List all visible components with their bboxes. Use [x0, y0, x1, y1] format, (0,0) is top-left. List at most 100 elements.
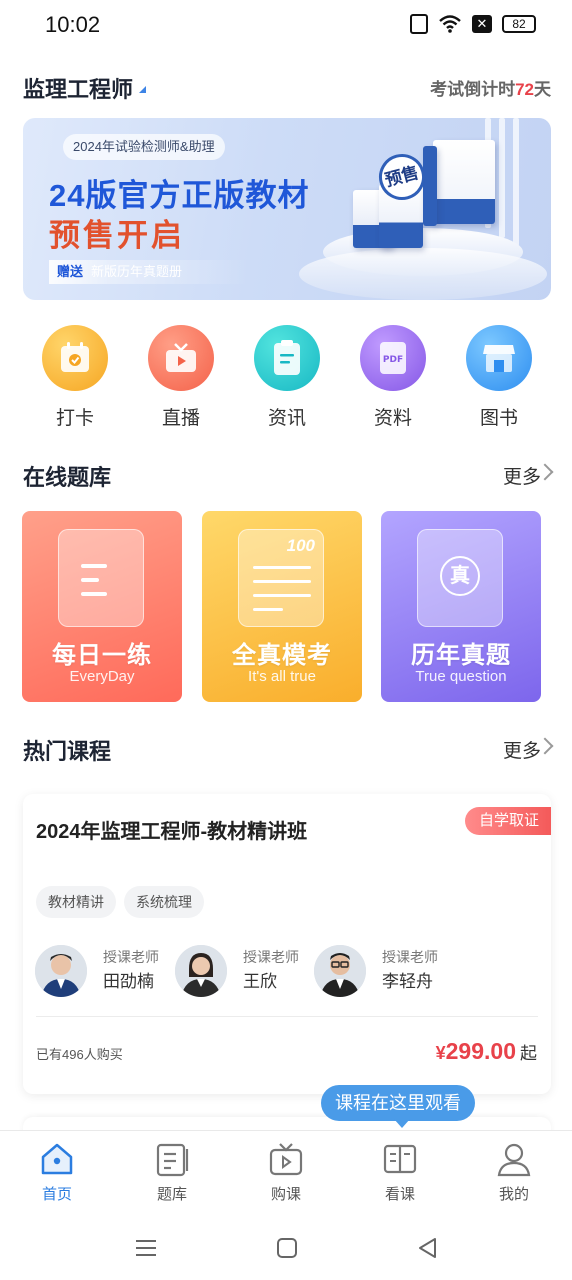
section-header-question-bank: 在线题库 更多 [23, 460, 554, 490]
course-tags: 教材精讲 系统梳理 [36, 886, 204, 918]
teacher-name: 王欣 [243, 972, 277, 991]
gift-prefix: 赠送 [57, 264, 84, 279]
quick-label: 打卡 [55, 408, 94, 429]
past-paper-icon: 真 [417, 529, 503, 627]
banner-pedestal-base [299, 248, 547, 300]
question-bank-icon [154, 1141, 190, 1177]
status-bar: 10:02 ✕ 82 [0, 0, 572, 52]
price-suffix: 起 [520, 1044, 537, 1063]
home-nav-icon[interactable] [273, 1234, 301, 1262]
card-title: 历年真题 [411, 642, 511, 669]
card-daily-practice[interactable]: 每日一练 EveryDay [22, 511, 182, 702]
promo-banner[interactable]: 预售 2024年试验检测师&助理 24版官方正版教材 预售开启 赠送 新版历年真题… [23, 118, 551, 300]
avatar [314, 945, 366, 997]
card-subtitle: It's all true [248, 668, 316, 685]
countdown-label: 考试倒计时 [430, 80, 516, 99]
avatar [35, 945, 87, 997]
price-value: 299.00 [445, 1038, 516, 1064]
store-icon [466, 325, 532, 391]
document-icon [254, 325, 320, 391]
status-time: 10:02 [45, 12, 101, 37]
tab-label: 我的 [498, 1186, 529, 1203]
card-title: 全真模考 [232, 642, 332, 669]
wifi-icon [439, 15, 461, 33]
home-icon [39, 1141, 75, 1177]
quick-live[interactable]: 直播 [136, 325, 226, 430]
quick-books[interactable]: 图书 [454, 325, 544, 430]
app-screen: 10:02 ✕ 82 监理工程师 考试倒计时72天 预售 2024年试验检测师&… [0, 0, 572, 1280]
question-bank-cards: 每日一练 EveryDay 100 全真模考 It's all true 真 历… [22, 511, 542, 703]
exam-selector[interactable]: 监理工程师 [23, 72, 133, 104]
book-image [433, 140, 495, 224]
svg-text:PDF: PDF [383, 355, 403, 365]
teacher: 授课老师 王欣 [175, 943, 315, 999]
menu-icon[interactable] [132, 1234, 160, 1262]
banner-pillar [499, 118, 505, 238]
quick-materials[interactable]: PDF 资料 [348, 325, 438, 430]
system-nav-bar [0, 1216, 572, 1280]
more-link[interactable]: 更多 [503, 462, 541, 489]
tab-label: 题库 [156, 1186, 187, 1203]
buyer-count: 已有496人购买 [36, 1047, 123, 1062]
scored-paper-icon: 100 [238, 529, 324, 627]
book-spine [423, 146, 437, 226]
currency-symbol: ¥ [435, 1043, 446, 1063]
status-icons: ✕ 82 [410, 14, 536, 34]
card-past-papers[interactable]: 真 历年真题 True question [381, 511, 541, 702]
card-subtitle: True question [415, 668, 507, 685]
divider [36, 1016, 538, 1017]
quick-entries: 打卡 直播 资讯 PDF 资料 图书 [0, 325, 572, 435]
banner-subheadline: 预售开启 [49, 218, 185, 253]
seal-icon: 真 [440, 556, 480, 596]
section-header-hot-courses: 热门课程 更多 [23, 734, 554, 764]
course-tag: 教材精讲 [36, 886, 116, 918]
tab-buy-course[interactable]: 购课 [246, 1141, 326, 1204]
tooltip-arrow [394, 1119, 410, 1128]
quick-label: 资料 [373, 408, 412, 429]
buy-course-icon [268, 1141, 304, 1177]
more-link[interactable]: 更多 [503, 736, 541, 763]
course-badge: 自学取证 [464, 807, 551, 835]
teacher-role: 授课老师 [103, 949, 159, 965]
card-subtitle: EveryDay [69, 668, 135, 685]
tab-watch-course[interactable]: 看课 [360, 1141, 440, 1204]
gift-text: 新版历年真题册 [91, 264, 183, 279]
card-title: 每日一练 [52, 642, 152, 669]
caret-down-icon[interactable] [139, 86, 146, 93]
course-title: 2024年监理工程师-教材精讲班 [36, 821, 308, 843]
tab-question-bank[interactable]: 题库 [132, 1141, 212, 1204]
teacher-role: 授课老师 [243, 949, 299, 965]
teacher-name: 李轻舟 [382, 972, 433, 991]
banner-tag: 2024年试验检测师&助理 [63, 134, 225, 160]
tab-label: 购课 [270, 1186, 301, 1203]
header: 监理工程师 考试倒计时72天 [23, 72, 551, 102]
card-mock-exam[interactable]: 100 全真模考 It's all true [202, 511, 362, 702]
battery-icon: 82 [502, 15, 536, 33]
tv-play-icon [148, 325, 214, 391]
course-tag: 系统梳理 [124, 886, 204, 918]
tab-profile[interactable]: 我的 [474, 1141, 554, 1204]
no-sim-icon: ✕ [472, 15, 492, 33]
watch-course-icon [382, 1141, 418, 1177]
section-title: 热门课程 [23, 739, 112, 764]
avatar [175, 945, 227, 997]
teacher: 授课老师 田劭楠 [35, 943, 175, 999]
document-stack-icon [58, 529, 144, 627]
quick-checkin[interactable]: 打卡 [30, 325, 120, 430]
tab-home[interactable]: 首页 [17, 1141, 97, 1204]
teacher-name: 田劭楠 [103, 972, 154, 991]
banner-gift: 赠送 新版历年真题册 [49, 260, 249, 284]
teacher: 授课老师 李轻舟 [314, 943, 454, 999]
calendar-check-icon [42, 325, 108, 391]
course-card[interactable]: 2024年监理工程师-教材精讲班 自学取证 教材精讲 系统梳理 授课老师 田劭楠 [23, 794, 551, 1094]
exam-countdown: 考试倒计时72天 [430, 75, 551, 100]
banner-headline: 24版官方正版教材 [49, 178, 310, 213]
countdown-unit: 天 [534, 80, 551, 99]
section-title: 在线题库 [23, 465, 112, 490]
countdown-days: 72 [515, 80, 534, 99]
quick-news[interactable]: 资讯 [242, 325, 332, 430]
vibrate-icon [410, 14, 428, 34]
watch-course-tooltip[interactable]: 课程在这里观看 [321, 1085, 475, 1121]
banner-pillar [513, 118, 519, 246]
back-icon[interactable] [414, 1234, 442, 1262]
